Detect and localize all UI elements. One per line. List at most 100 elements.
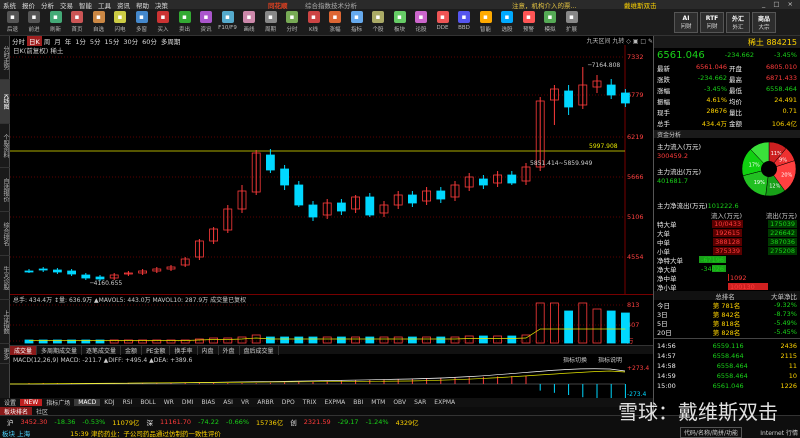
- period-3[interactable]: 月: [52, 36, 63, 46]
- volume-tab-7[interactable]: 外盘: [219, 345, 240, 355]
- period-7[interactable]: 15分: [103, 36, 122, 46]
- candle-body[interactable]: [95, 276, 105, 280]
- indicator-button-1[interactable]: 指标说明: [598, 357, 622, 364]
- toolbar-button-0[interactable]: ▪ 后退: [2, 11, 23, 33]
- kline-chart[interactable]: 733267796219566651064554日K(前复权) 稀土5997.9…: [10, 45, 653, 295]
- period-10[interactable]: 多周期: [159, 36, 183, 46]
- volume-tab-3[interactable]: 金额: [121, 345, 143, 355]
- macd-chart[interactable]: MACD(12,26,9) MACD: -211.7 ▲DIFF: +495.4…: [10, 357, 653, 404]
- quick-button-1[interactable]: RTF 问财: [700, 12, 724, 33]
- candle-body[interactable]: [308, 204, 318, 218]
- period-0[interactable]: 分时: [10, 36, 27, 46]
- quick-button-0[interactable]: AI 问财: [674, 12, 698, 33]
- candle-body[interactable]: [436, 190, 446, 200]
- sidebar-item-5[interactable]: 牛叉诊股: [0, 256, 10, 300]
- quick-button-3[interactable]: 商品 大宗: [752, 12, 776, 33]
- indicator-tab-6[interactable]: BOLL: [136, 399, 159, 406]
- indicator-tab-9[interactable]: BIAS: [197, 399, 219, 406]
- period-9[interactable]: 60分: [140, 36, 159, 46]
- toolbar-button-19[interactable]: ▪ 论股: [411, 11, 432, 33]
- indicator-button-0[interactable]: 指标切换: [563, 357, 587, 364]
- toolbar-button-18[interactable]: ▪ 板块: [389, 11, 410, 33]
- candle-body[interactable]: [265, 154, 275, 171]
- quick-button-2[interactable]: 外汇 外汇: [726, 12, 750, 33]
- indicator-tab-5[interactable]: RSI: [119, 399, 137, 406]
- toolbar-button-7[interactable]: ▪ 买入: [153, 11, 174, 33]
- toolbar-button-25[interactable]: ▪ 模拟: [540, 11, 561, 33]
- candle-body[interactable]: [478, 178, 488, 186]
- toolbar-button-5[interactable]: ▪ 闪电: [110, 11, 131, 33]
- candle-body[interactable]: [606, 84, 616, 96]
- volume-tab-8[interactable]: 盘后成交量: [240, 345, 279, 355]
- toolbar-button-9[interactable]: ▪ 资讯: [196, 11, 217, 33]
- sidebar-item-4[interactable]: 综合排名: [0, 212, 10, 256]
- toolbar-button-22[interactable]: ▪ 智能: [475, 11, 496, 33]
- sidebar-item-6[interactable]: 上证指数: [0, 300, 10, 344]
- indicator-tab-18[interactable]: OBV: [389, 399, 410, 406]
- toolbar-button-14[interactable]: ▪ K线: [303, 11, 324, 33]
- candle-body[interactable]: [67, 270, 76, 275]
- candle-body[interactable]: [507, 174, 517, 184]
- sidebar-item-3[interactable]: 自选报价: [0, 168, 10, 212]
- sidebar-item-2[interactable]: 个股资料: [0, 124, 10, 168]
- sidebar-item-7[interactable]: 更多: [0, 344, 10, 364]
- indicator-tab-17[interactable]: MTM: [367, 399, 389, 406]
- indicator-tab-7[interactable]: WR: [160, 399, 178, 406]
- toolbar-button-13[interactable]: ▪ 分时: [282, 11, 303, 33]
- search-field[interactable]: 代码/名称/简拼/功能: [679, 427, 742, 438]
- toolbar-button-16[interactable]: ▪ 指标: [346, 11, 367, 33]
- candle-body[interactable]: [280, 168, 290, 186]
- indicator-tab-12[interactable]: ARBR: [253, 399, 278, 406]
- candle-body[interactable]: [407, 194, 417, 204]
- toolbar-button-8[interactable]: ▪ 卖出: [174, 11, 195, 33]
- candle-body[interactable]: [336, 202, 346, 212]
- volume-tab-0[interactable]: 成交量: [10, 345, 38, 355]
- period-6[interactable]: 5分: [88, 36, 103, 46]
- toolbar-button-4[interactable]: ▪ 自选: [88, 11, 109, 33]
- indicator-tab-13[interactable]: DPO: [278, 399, 299, 406]
- indicator-tab-14[interactable]: TRIX: [299, 399, 321, 406]
- candle-body[interactable]: [294, 184, 304, 206]
- volume-chart[interactable]: 总手: 434.4万 ↕量: 636.9万 ▲MAVOL5: 443.0万 MA…: [10, 295, 653, 345]
- toolbar-button-17[interactable]: ▪ 个股: [368, 11, 389, 33]
- sidebar-item-1[interactable]: K线图: [0, 80, 10, 124]
- toolbar-button-15[interactable]: ▪ 涨幅: [325, 11, 346, 33]
- volume-tab-4[interactable]: PE金额: [142, 345, 171, 355]
- period-1[interactable]: 日K: [27, 35, 42, 46]
- news-line[interactable]: 板块 上海 15:39 津药药业：子公司药品通过仿制药一致性评价 代码/名称/简…: [0, 427, 800, 438]
- toolbar-button-3[interactable]: ▪ 首页: [67, 11, 88, 33]
- toolbar-button-6[interactable]: ▪ 多窗: [131, 11, 152, 33]
- chart-tools[interactable]: 九天区间 九转 ◇ ▣ □ ✎: [586, 36, 653, 45]
- toolbar-button-23[interactable]: ▪ 选股: [497, 11, 518, 33]
- indicator-tab-15[interactable]: EXPMA: [320, 399, 349, 406]
- indicator-tab-1[interactable]: NEW: [20, 399, 43, 406]
- toolbar-button-21[interactable]: ▪ BBD: [454, 11, 475, 31]
- toolbar-button-26[interactable]: ▪ 扩展: [561, 11, 582, 33]
- candle-body[interactable]: [365, 196, 375, 216]
- toolbar-button-2[interactable]: ▪ 刷新: [45, 11, 66, 33]
- sidebar-item-0[interactable]: 分时走势: [0, 36, 10, 80]
- candle-body[interactable]: [621, 92, 630, 104]
- indicator-tab-16[interactable]: BBI: [349, 399, 367, 406]
- toolbar-button-20[interactable]: ▪ DDE: [432, 11, 453, 31]
- toolbar-button-12[interactable]: ▪ 周期: [260, 11, 281, 33]
- indicator-tab-10[interactable]: ASI: [219, 399, 237, 406]
- period-4[interactable]: 年: [63, 36, 74, 46]
- indicator-tab-19[interactable]: SAR: [410, 399, 430, 406]
- candle-body[interactable]: [24, 270, 34, 273]
- indicator-tab-11[interactable]: VR: [237, 399, 253, 406]
- period-2[interactable]: 周: [42, 36, 53, 46]
- indicator-tab-4[interactable]: KDJ: [100, 399, 118, 406]
- candle-body[interactable]: [38, 268, 48, 271]
- toolbar-button-1[interactable]: ▪ 前进: [24, 11, 45, 33]
- candle-body[interactable]: [81, 274, 91, 279]
- window-controls[interactable]: _ □ ×: [762, 0, 796, 8]
- toolbar-button-24[interactable]: ▪ 预警: [518, 11, 539, 33]
- volume-tab-5[interactable]: 换手率: [170, 345, 198, 355]
- indicator-tab-3[interactable]: MACD: [74, 399, 101, 406]
- indicator-tab-8[interactable]: DMI: [178, 399, 198, 406]
- indicator-tab-20[interactable]: EXPMA: [430, 399, 459, 406]
- candle-body[interactable]: [53, 269, 62, 273]
- toolbar-button-11[interactable]: ▪ 画线: [239, 11, 260, 33]
- volume-tab-2[interactable]: 逐笔成交量: [82, 345, 122, 355]
